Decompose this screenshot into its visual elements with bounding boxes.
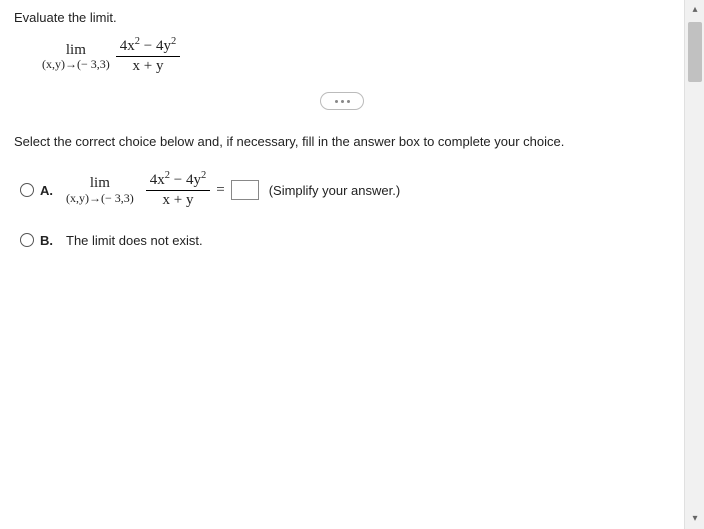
- choice-a-label: A.: [40, 183, 60, 198]
- numerator-a: 4x2 − 4y2: [146, 173, 210, 191]
- denominator-a: x + y: [159, 191, 198, 208]
- problem-prompt: Evaluate the limit.: [14, 10, 670, 25]
- choice-b-text: The limit does not exist.: [66, 233, 203, 248]
- section-divider: [14, 92, 670, 110]
- scroll-up-button[interactable]: ▴: [685, 0, 704, 20]
- fraction: 4x2 − 4y2 x + y: [116, 39, 180, 74]
- radio-b[interactable]: [20, 233, 34, 247]
- equals-sign: =: [216, 182, 224, 199]
- numerator: 4x2 − 4y2: [116, 39, 180, 57]
- content-area: Evaluate the limit. lim (x,y)→(− 3,3) 4x…: [0, 0, 684, 529]
- radio-a[interactable]: [20, 183, 34, 197]
- choice-a-row: A. lim (x,y)→(− 3,3) 4x2 − 4y2 x + y = (…: [20, 169, 670, 211]
- instruction-text: Select the correct choice below and, if …: [14, 134, 670, 149]
- choice-a-content: lim (x,y)→(− 3,3) 4x2 − 4y2 x + y = (Sim…: [66, 173, 400, 208]
- scroll-thumb[interactable]: [688, 22, 702, 82]
- fraction-a: 4x2 − 4y2 x + y: [146, 173, 210, 208]
- choice-b-row: B. The limit does not exist.: [20, 219, 670, 261]
- vertical-scrollbar[interactable]: ▴ ▾: [684, 0, 704, 529]
- more-button[interactable]: [320, 92, 364, 110]
- denominator: x + y: [129, 57, 168, 74]
- choice-b-label: B.: [40, 233, 60, 248]
- answer-input-a[interactable]: [231, 180, 259, 200]
- limit-expression: lim (x,y)→(− 3,3) 4x2 − 4y2 x + y: [42, 39, 670, 74]
- limit-operator: lim (x,y)→(− 3,3): [42, 42, 110, 72]
- limit-operator-a: lim (x,y)→(− 3,3): [66, 175, 134, 205]
- hint-a: (Simplify your answer.): [269, 183, 400, 198]
- scroll-down-button[interactable]: ▾: [685, 509, 704, 529]
